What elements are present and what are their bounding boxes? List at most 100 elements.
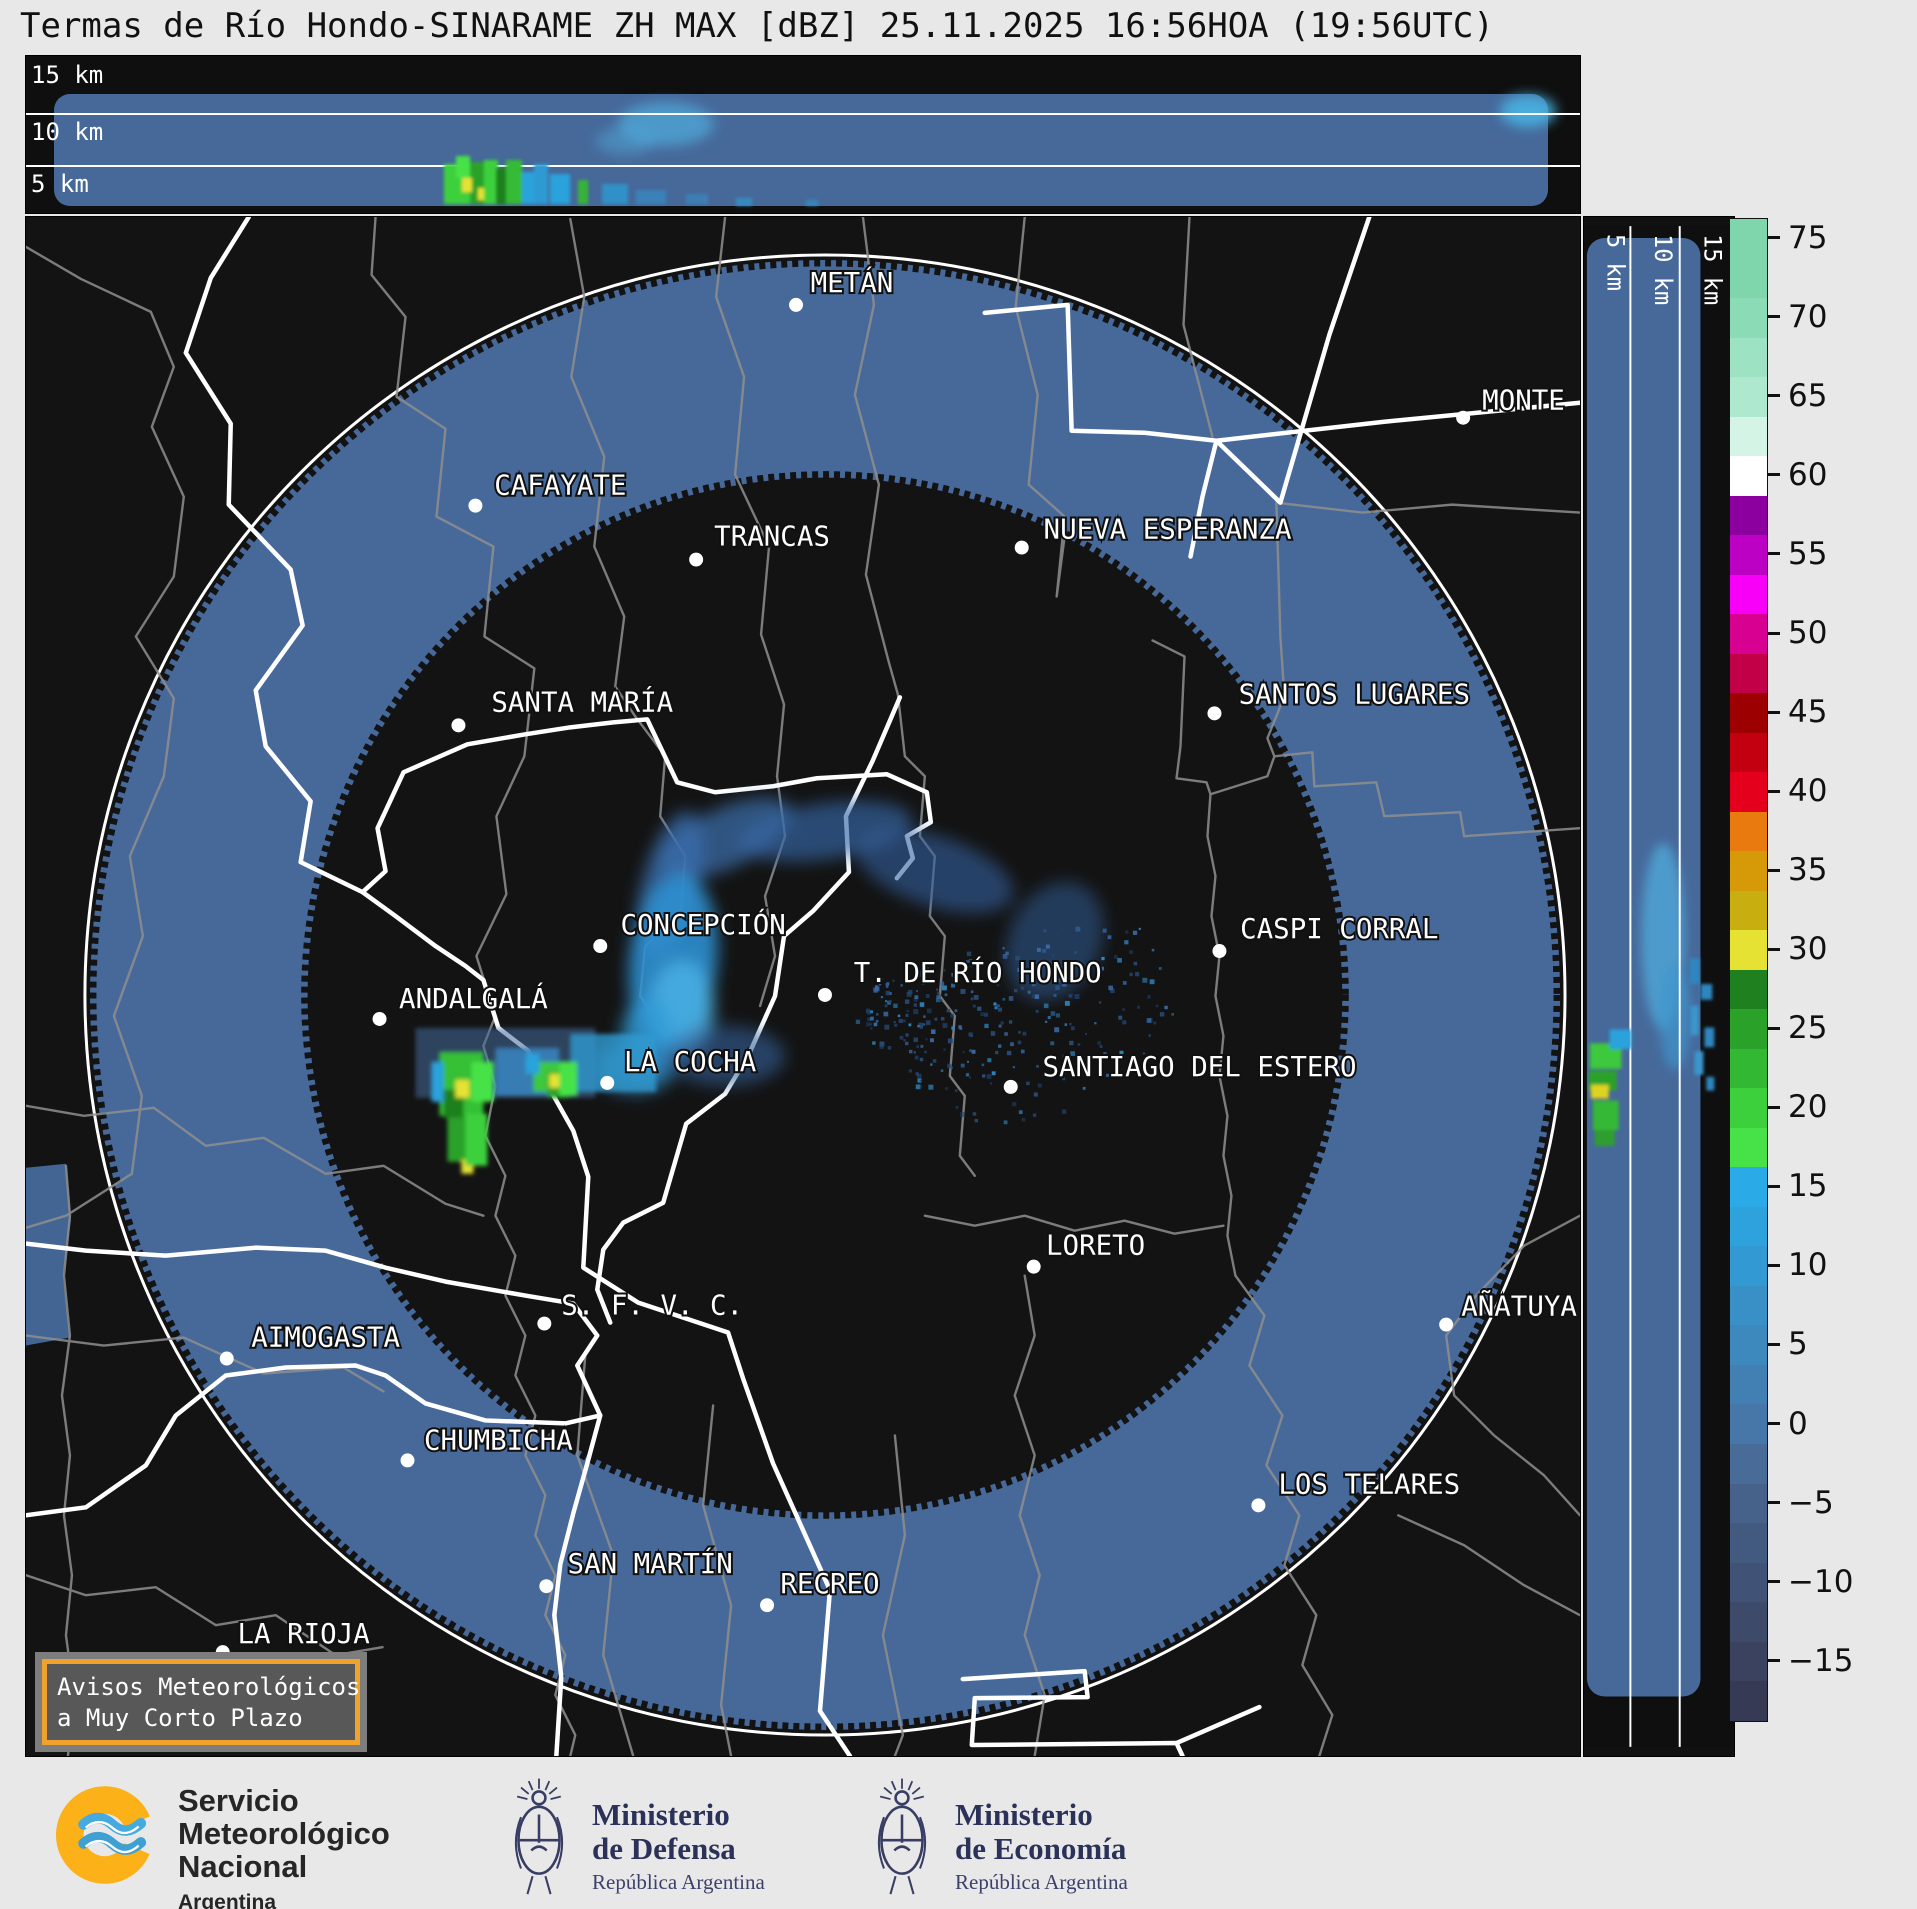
colorbar-tick-label: 0 bbox=[1788, 1405, 1808, 1442]
colorbar-band bbox=[1730, 574, 1767, 615]
colorbar-band bbox=[1730, 1443, 1767, 1484]
colorbar-band bbox=[1730, 1562, 1767, 1603]
smn-country: Argentina bbox=[178, 1891, 277, 1909]
ns-label-10km: 10 km bbox=[1649, 234, 1677, 305]
colorbar-band bbox=[1730, 535, 1767, 575]
colorbar-tick bbox=[1768, 1342, 1780, 1346]
defensa-line2: de Defensa bbox=[592, 1831, 736, 1866]
economia-line2: de Economía bbox=[955, 1831, 1127, 1866]
page-title: Termas de Río Hondo-SINARAME ZH MAX [dBZ… bbox=[20, 6, 1494, 46]
colorbar-tick bbox=[1768, 1026, 1780, 1030]
colorbar-tick-label: 60 bbox=[1788, 456, 1828, 493]
ew-cross-section-panel: 15 km 10 km 5 km bbox=[25, 55, 1581, 214]
city-label: LA COCHA bbox=[624, 1047, 757, 1078]
colorbar-band bbox=[1730, 1285, 1767, 1326]
economia-line1: Ministerio bbox=[955, 1797, 1093, 1832]
colorbar-band bbox=[1730, 969, 1767, 1010]
colorbar-tick bbox=[1768, 710, 1780, 714]
radar-map: METÁN MONTE Q CAFAYATE TRANCAS NUEVA ESPERAN… bbox=[23, 214, 1600, 1759]
colorbar-tick bbox=[1768, 1263, 1780, 1267]
economia-republic: República Argentina bbox=[955, 1870, 1128, 1894]
colorbar-tick-label: 50 bbox=[1788, 615, 1828, 652]
colorbar-band bbox=[1730, 456, 1767, 496]
city-label: CAFAYATE bbox=[494, 471, 626, 502]
city-marker bbox=[400, 1453, 415, 1468]
colorbar-band bbox=[1730, 495, 1767, 536]
colorbar-band bbox=[1730, 811, 1767, 852]
colorbar-tick-label: 25 bbox=[1788, 1010, 1828, 1047]
colorbar-band bbox=[1730, 1404, 1767, 1444]
colorbar-band bbox=[1730, 772, 1767, 812]
ministerio-economia-text: Ministerio de Economía República Argenti… bbox=[955, 1798, 1128, 1895]
colorbar-tick bbox=[1768, 868, 1780, 872]
colorbar-tick-label: 55 bbox=[1788, 535, 1828, 572]
colorbar-tick bbox=[1768, 1184, 1780, 1188]
warning-notice-text: Avisos Meteorológicos a Muy Corto Plazo bbox=[42, 1659, 360, 1745]
colorbar-band bbox=[1730, 1167, 1767, 1207]
argentina-coat-of-arms-icon bbox=[877, 1778, 927, 1895]
city-label: RECREO bbox=[780, 1569, 879, 1600]
city-label: S. F. V. C. bbox=[561, 1291, 743, 1322]
colorbar-tick bbox=[1768, 473, 1780, 477]
city-marker bbox=[817, 987, 832, 1002]
dbz-colorbar bbox=[1729, 218, 1768, 1722]
colorbar-tick bbox=[1768, 1580, 1780, 1584]
city-marker bbox=[1212, 944, 1227, 959]
ew-label-5km: 5 km bbox=[31, 170, 89, 198]
colorbar-tick bbox=[1768, 789, 1780, 793]
smn-line2: Meteorológico bbox=[178, 1816, 390, 1851]
ministerio-defensa-text: Ministerio de Defensa República Argentin… bbox=[592, 1798, 765, 1895]
colorbar-tick-label: 40 bbox=[1788, 773, 1828, 810]
city-marker bbox=[1026, 1259, 1041, 1274]
colorbar-tick-label: −15 bbox=[1788, 1642, 1854, 1679]
colorbar-tick bbox=[1768, 631, 1780, 635]
city-marker bbox=[689, 552, 704, 567]
colorbar-tick-label: 30 bbox=[1788, 931, 1828, 968]
colorbar-band bbox=[1730, 1681, 1767, 1721]
radar-product-page: Termas de Río Hondo-SINARAME ZH MAX [dBZ… bbox=[0, 0, 1917, 1909]
colorbar-band bbox=[1730, 851, 1767, 891]
city-marker bbox=[219, 1351, 234, 1366]
city-label: AÑATUYA bbox=[1461, 1289, 1577, 1323]
smn-logo-icon bbox=[56, 1786, 154, 1884]
colorbar-band bbox=[1730, 1602, 1767, 1642]
city-label: ANDALGALÁ bbox=[399, 981, 548, 1015]
city-marker bbox=[1207, 706, 1222, 721]
city-marker bbox=[1003, 1079, 1018, 1094]
city-label: SANTOS LUGARES bbox=[1239, 679, 1470, 710]
colorbar-band bbox=[1730, 1325, 1767, 1365]
colorbar-band bbox=[1730, 1364, 1767, 1405]
colorbar-tick-label: 65 bbox=[1788, 377, 1828, 414]
colorbar-band bbox=[1730, 337, 1767, 378]
colorbar-band bbox=[1730, 1641, 1767, 1682]
colorbar-band bbox=[1730, 890, 1767, 931]
ns-cross-section-panel: 5 km 10 km 15 km bbox=[1583, 216, 1735, 1757]
colorbar-band bbox=[1730, 732, 1767, 773]
notice-line1: Avisos Meteorológicos bbox=[57, 1673, 361, 1701]
city-label: SANTIAGO DEL ESTERO bbox=[1042, 1052, 1356, 1083]
colorbar-band bbox=[1730, 614, 1767, 654]
colorbar-band bbox=[1730, 416, 1767, 457]
city-label: LORETO bbox=[1046, 1231, 1145, 1262]
city-marker bbox=[539, 1579, 554, 1594]
city-marker bbox=[1014, 540, 1029, 555]
colorbar-tick-label: 20 bbox=[1788, 1089, 1828, 1126]
ew-label-15km: 15 km bbox=[31, 61, 103, 89]
colorbar-tick-label: −10 bbox=[1788, 1563, 1854, 1600]
city-marker bbox=[468, 498, 483, 513]
city-label: MONTE Q bbox=[1482, 386, 1580, 417]
colorbar-band bbox=[1730, 1523, 1767, 1563]
ns-label-5km: 5 km bbox=[1602, 234, 1630, 291]
argentina-coat-of-arms-icon bbox=[514, 1778, 564, 1895]
colorbar-tick bbox=[1768, 1422, 1780, 1426]
smn-line3: Nacional bbox=[178, 1849, 308, 1884]
colorbar-tick bbox=[1768, 394, 1780, 398]
colorbar-tick bbox=[1768, 552, 1780, 556]
city-marker bbox=[451, 718, 466, 733]
city-marker bbox=[1456, 410, 1471, 425]
defensa-line1: Ministerio bbox=[592, 1797, 730, 1832]
colorbar-tick bbox=[1768, 1105, 1780, 1109]
city-marker bbox=[593, 939, 608, 954]
ew-cross-section: 15 km 10 km 5 km bbox=[26, 56, 1580, 213]
colorbar-band bbox=[1730, 1088, 1767, 1128]
